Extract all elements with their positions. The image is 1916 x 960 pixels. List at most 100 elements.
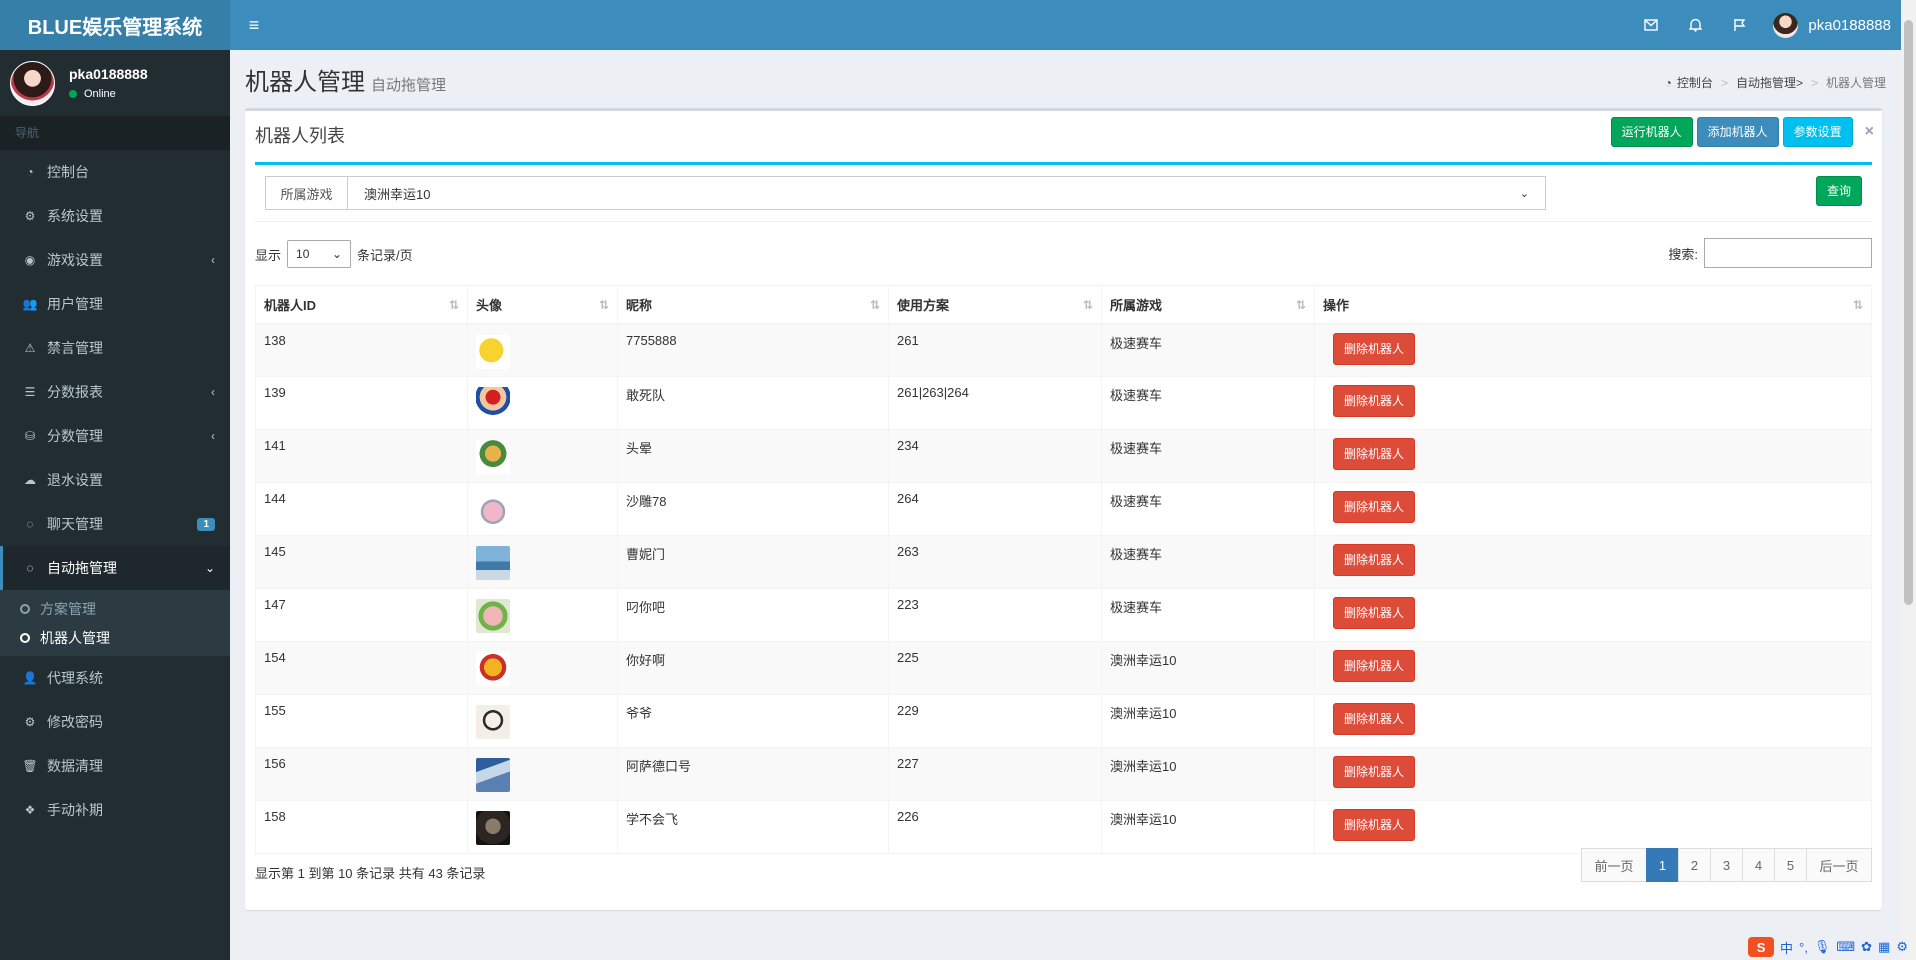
robot-avatar-cell xyxy=(467,376,618,430)
microphone-icon[interactable]: 🎙 xyxy=(1814,939,1831,955)
col-robot-id[interactable]: 机器人ID ⇅ xyxy=(255,285,468,325)
sidebar-item-mute[interactable]: ⚠ 禁言管理 xyxy=(0,326,230,370)
query-button[interactable]: 查询 xyxy=(1815,176,1862,206)
col-actions[interactable]: 操作 ⇅ xyxy=(1314,285,1872,325)
delete-robot-button[interactable]: 删除机器人 xyxy=(1333,385,1416,417)
ime-mode[interactable]: 中 xyxy=(1780,938,1793,957)
filter-bar: 所属游戏 澳洲幸运10 ⌄ 查询 xyxy=(255,162,1872,222)
sidebar-item-chat[interactable]: ◌ 聊天管理 1 xyxy=(0,502,230,546)
delete-robot-button[interactable]: 删除机器人 xyxy=(1333,544,1416,576)
params-settings-button[interactable]: 参数设置 xyxy=(1782,117,1853,147)
robot-nickname: 你好啊 xyxy=(617,641,889,695)
robot-actions: 删除机器人 xyxy=(1314,323,1872,377)
sub-item-robots[interactable]: 机器人管理 xyxy=(0,623,230,652)
game-filter-label: 所属游戏 xyxy=(266,177,348,209)
app-logo[interactable]: BLUE娱乐管理系统 xyxy=(0,0,230,50)
robot-avatar-cell xyxy=(467,694,618,748)
robot-avatar xyxy=(476,546,510,580)
scrollbar-thumb[interactable] xyxy=(1904,20,1913,605)
sidebar-item-rebate[interactable]: ☁ 退水设置 xyxy=(0,458,230,502)
sidebar-item-score-manage[interactable]: ⛁ 分数管理 ‹ xyxy=(0,414,230,458)
col-plan[interactable]: 使用方案 ⇅ xyxy=(888,285,1102,325)
ime-toolbar[interactable]: S 中 °, 🎙 ⌨ ✿ ▦ ⚙ xyxy=(1748,936,1908,958)
close-icon[interactable]: × xyxy=(1865,123,1874,141)
page-5-button[interactable]: 5 xyxy=(1774,848,1807,882)
robot-plan: 225 xyxy=(888,641,1102,695)
breadcrumb-home[interactable]: 控制台 xyxy=(1677,74,1713,91)
page-3-button[interactable]: 3 xyxy=(1710,848,1743,882)
search-input[interactable] xyxy=(1704,238,1872,268)
robot-game: 极速赛车 xyxy=(1101,482,1315,536)
auto-bot-submenu: 方案管理 机器人管理 xyxy=(0,590,230,656)
sidebar-item-password[interactable]: ⚙ 修改密码 xyxy=(0,700,230,744)
flag-icon[interactable] xyxy=(1717,0,1761,50)
user-menu[interactable]: pka0188888 xyxy=(1761,0,1901,50)
robot-id: 144 xyxy=(255,482,468,536)
envelope-icon[interactable] xyxy=(1629,0,1673,50)
sub-item-plans[interactable]: 方案管理 xyxy=(0,594,230,623)
skin-icon[interactable]: ✿ xyxy=(1861,939,1872,955)
keyboard-icon[interactable]: ⌨ xyxy=(1836,939,1855,955)
sidebar-item-auto-bot[interactable]: ◌ 自动拖管理 ⌄ xyxy=(0,546,230,590)
col-nickname[interactable]: 昵称 ⇅ xyxy=(617,285,889,325)
sidebar-item-system-settings[interactable]: ⚙ 系统设置 xyxy=(0,194,230,238)
sort-asc-icon: ⇅ xyxy=(448,298,459,312)
dashboard-icon: ◔ xyxy=(26,165,34,179)
page-4-button[interactable]: 4 xyxy=(1742,848,1775,882)
breadcrumb: ◔ 控制台 > 自动拖管理> > 机器人管理 xyxy=(1664,74,1886,91)
delete-robot-button[interactable]: 删除机器人 xyxy=(1333,650,1416,682)
robot-avatar-cell xyxy=(467,429,618,483)
robot-nickname: 叼你吧 xyxy=(617,588,889,642)
page-1-button[interactable]: 1 xyxy=(1646,848,1679,882)
page-2-button[interactable]: 2 xyxy=(1678,848,1711,882)
delete-robot-button[interactable]: 删除机器人 xyxy=(1333,809,1416,841)
comment-icon: ◌ xyxy=(26,561,34,575)
sidebar-item-cleanup[interactable]: 🗑 数据清理 xyxy=(0,744,230,788)
bell-icon[interactable] xyxy=(1673,0,1717,50)
online-dot-icon xyxy=(69,90,77,98)
table-row: 147 叼你吧 223 极速赛车 删除机器人 xyxy=(255,588,1872,642)
sidebar-item-dashboard[interactable]: ◔ 控制台 xyxy=(0,150,230,194)
sidebar-item-manual[interactable]: ❖ 手动补期 xyxy=(0,788,230,832)
robot-game: 极速赛车 xyxy=(1101,323,1315,377)
sidebar-toggle-icon[interactable]: ≡ xyxy=(234,0,274,50)
add-robot-button[interactable]: 添加机器人 xyxy=(1696,117,1779,147)
robot-actions: 删除机器人 xyxy=(1314,535,1872,589)
delete-robot-button[interactable]: 删除机器人 xyxy=(1333,438,1416,470)
punctuation-icon[interactable]: °, xyxy=(1799,940,1808,955)
sidebar-item-agent[interactable]: 👤 代理系统 xyxy=(0,656,230,700)
robot-plan: 261|263|264 xyxy=(888,376,1102,430)
game-select[interactable]: 澳洲幸运10 ⌄ xyxy=(348,177,1545,209)
sidebar-item-score-report[interactable]: ☰ 分数报表 ‹ xyxy=(0,370,230,414)
next-page-button[interactable]: 后一页 xyxy=(1806,848,1872,882)
user-plus-icon: 👤 xyxy=(22,671,38,685)
top-navbar: ≡ pka0188888 xyxy=(230,0,1901,50)
grid-icon[interactable]: ▦ xyxy=(1878,939,1890,955)
run-robot-button[interactable]: 运行机器人 xyxy=(1610,117,1693,147)
robot-game: 澳洲幸运10 xyxy=(1101,747,1315,801)
breadcrumb-parent[interactable]: 自动拖管理> xyxy=(1736,74,1803,91)
robot-actions: 删除机器人 xyxy=(1314,376,1872,430)
delete-robot-button[interactable]: 删除机器人 xyxy=(1333,332,1416,365)
cogs-icon: ⚙ xyxy=(24,209,36,223)
robot-nickname: 敢死队 xyxy=(617,376,889,430)
user-panel: pka0188888 Online xyxy=(0,50,230,116)
robot-nickname: 学不会飞 xyxy=(617,800,889,854)
col-game[interactable]: 所属游戏 ⇅ xyxy=(1101,285,1315,325)
robot-plan: 234 xyxy=(888,429,1102,483)
sidebar-item-users[interactable]: 👥 用户管理 xyxy=(0,282,230,326)
sidebar-item-game-settings[interactable]: ◉ 游戏设置 ‹ xyxy=(0,238,230,282)
delete-robot-button[interactable]: 删除机器人 xyxy=(1333,756,1416,788)
prev-page-button[interactable]: 前一页 xyxy=(1581,848,1647,882)
delete-robot-button[interactable]: 删除机器人 xyxy=(1333,597,1416,629)
col-avatar[interactable]: 头像 ⇅ xyxy=(467,285,618,325)
gear-icon[interactable]: ⚙ xyxy=(1896,939,1908,955)
delete-robot-button[interactable]: 删除机器人 xyxy=(1333,491,1416,523)
page-length-select[interactable]: 10 ⌄ xyxy=(287,240,352,268)
delete-robot-button[interactable]: 删除机器人 xyxy=(1333,703,1416,735)
scrollbar[interactable] xyxy=(1901,0,1916,960)
table-row: 145 曹妮门 263 极速赛车 删除机器人 xyxy=(255,535,1872,589)
robot-plan: 229 xyxy=(888,694,1102,748)
robot-actions: 删除机器人 xyxy=(1314,641,1872,695)
robot-game: 极速赛车 xyxy=(1101,376,1315,430)
